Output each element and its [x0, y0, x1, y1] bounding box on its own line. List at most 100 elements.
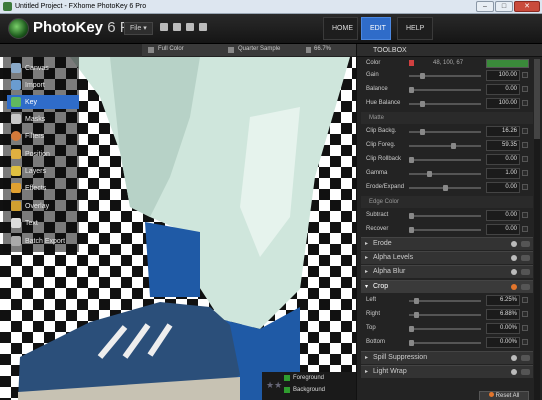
reset-icon[interactable]: [522, 226, 528, 232]
print-icon[interactable]: [199, 23, 207, 31]
reset-icon[interactable]: [522, 156, 528, 162]
erode-expand-value[interactable]: 0.00: [486, 182, 520, 193]
slider-handle[interactable]: [409, 340, 414, 346]
sidebar-item-filters[interactable]: Filters: [7, 129, 79, 143]
crop-bottom-slider[interactable]: [409, 340, 481, 346]
sidebar-item-layers[interactable]: Layers: [7, 164, 79, 178]
sidebar-item-batch-export[interactable]: Batch Export: [7, 234, 79, 248]
clip-background-slider[interactable]: [409, 129, 481, 135]
eyedropper-icon[interactable]: [409, 60, 414, 66]
clip-foreground-slider[interactable]: [409, 143, 481, 149]
email-icon[interactable]: [186, 23, 194, 31]
sample-quality-select[interactable]: Quarter Sample: [238, 46, 280, 52]
panel-toggle-icon[interactable]: [521, 355, 530, 361]
gamma-slider[interactable]: [409, 171, 481, 177]
panel-info-icon[interactable]: [511, 255, 517, 261]
panel-info-icon[interactable]: [511, 284, 517, 290]
slider-handle[interactable]: [420, 101, 425, 107]
reset-icon[interactable]: [522, 311, 528, 317]
reset-icon[interactable]: [522, 128, 528, 134]
slider-handle[interactable]: [443, 185, 448, 191]
sidebar-item-key[interactable]: Key: [7, 95, 79, 109]
save-project-icon[interactable]: [173, 23, 181, 31]
clip-rollback-slider[interactable]: [409, 157, 481, 163]
panel-info-icon[interactable]: [511, 241, 517, 247]
crop-right-value[interactable]: 6.88%: [486, 309, 520, 320]
slider-handle[interactable]: [427, 171, 432, 177]
panel-erode[interactable]: ▸ Erode: [361, 237, 533, 250]
panel-spill-suppression[interactable]: ▸ Spill Suppression: [361, 351, 533, 364]
gain-value[interactable]: 100.00: [486, 70, 520, 81]
panel-alpha-levels[interactable]: ▸ Alpha Levels: [361, 251, 533, 264]
panel-alpha-blur[interactable]: ▸ Alpha Blur: [361, 265, 533, 278]
crop-left-slider[interactable]: [409, 298, 481, 304]
reset-icon[interactable]: [522, 72, 528, 78]
scrollbar-thumb[interactable]: [534, 59, 540, 139]
gain-slider[interactable]: [409, 73, 481, 79]
panel-toggle-icon[interactable]: [521, 255, 530, 261]
color-mode-select[interactable]: Full Color: [158, 46, 184, 52]
minimize-button[interactable]: –: [476, 1, 494, 12]
foreground-toggle[interactable]: Foreground: [284, 375, 324, 381]
favorite-star-icon[interactable]: ★★: [266, 380, 282, 391]
hue-balance-value[interactable]: 100.00: [486, 98, 520, 109]
reset-icon[interactable]: [522, 100, 528, 106]
recover-slider[interactable]: [409, 227, 481, 233]
panel-info-icon[interactable]: [511, 369, 517, 375]
reset-icon[interactable]: [522, 170, 528, 176]
recover-value[interactable]: 0.00: [486, 224, 520, 235]
clip-foreground-value[interactable]: 59.35: [486, 140, 520, 151]
key-color-swatch[interactable]: [486, 59, 529, 68]
sidebar-item-effects[interactable]: Effects: [7, 181, 79, 195]
reset-icon[interactable]: [522, 86, 528, 92]
maximize-button[interactable]: □: [495, 1, 513, 12]
reset-all-button[interactable]: Reset All: [479, 391, 529, 400]
subtract-slider[interactable]: [409, 213, 481, 219]
crop-right-slider[interactable]: [409, 312, 481, 318]
open-project-icon[interactable]: [160, 23, 168, 31]
sidebar-item-import[interactable]: Import: [7, 78, 79, 92]
nav-home-button[interactable]: HOME: [323, 17, 358, 40]
gamma-value[interactable]: 1.00: [486, 168, 520, 179]
crop-top-slider[interactable]: [409, 326, 481, 332]
slider-handle[interactable]: [414, 312, 419, 318]
sidebar-item-canvas[interactable]: Canvas: [7, 61, 79, 75]
clip-rollback-value[interactable]: 0.00: [486, 154, 520, 165]
slider-handle[interactable]: [451, 143, 456, 149]
panel-light-wrap[interactable]: ▸ Light Wrap: [361, 365, 533, 378]
panel-info-icon[interactable]: [511, 269, 517, 275]
panel-info-icon[interactable]: [511, 355, 517, 361]
slider-handle[interactable]: [409, 326, 414, 332]
panel-crop[interactable]: ▾ Crop: [361, 280, 533, 293]
reset-icon[interactable]: [522, 297, 528, 303]
slider-handle[interactable]: [409, 227, 414, 233]
slider-handle[interactable]: [409, 157, 414, 163]
balance-value[interactable]: 0.00: [486, 84, 520, 95]
nav-help-button[interactable]: HELP: [397, 17, 433, 40]
clip-background-value[interactable]: 16.26: [486, 126, 520, 137]
sidebar-item-masks[interactable]: Masks: [7, 112, 79, 126]
background-toggle[interactable]: Background: [284, 387, 325, 393]
hue-balance-slider[interactable]: [409, 101, 481, 107]
balance-slider[interactable]: [409, 87, 481, 93]
subtract-value[interactable]: 0.00: [486, 210, 520, 221]
file-menu[interactable]: File ▾: [124, 22, 153, 35]
sidebar-item-overlay[interactable]: Overlay: [7, 199, 79, 213]
zoom-level-select[interactable]: 66.7%: [314, 46, 331, 52]
reset-icon[interactable]: [522, 212, 528, 218]
slider-handle[interactable]: [409, 213, 414, 219]
sidebar-item-text[interactable]: Text: [7, 216, 79, 230]
slider-handle[interactable]: [420, 73, 425, 79]
erode-expand-slider[interactable]: [409, 185, 481, 191]
panel-toggle-icon[interactable]: [521, 269, 530, 275]
toolbox-scrollbar[interactable]: [534, 59, 540, 400]
reset-icon[interactable]: [522, 142, 528, 148]
reset-icon[interactable]: [522, 339, 528, 345]
crop-top-value[interactable]: 0.00%: [486, 323, 520, 334]
reset-icon[interactable]: [522, 184, 528, 190]
panel-toggle-icon[interactable]: [521, 284, 530, 290]
panel-toggle-icon[interactable]: [521, 241, 530, 247]
crop-left-value[interactable]: 6.25%: [486, 295, 520, 306]
slider-handle[interactable]: [414, 298, 419, 304]
slider-handle[interactable]: [409, 87, 414, 93]
